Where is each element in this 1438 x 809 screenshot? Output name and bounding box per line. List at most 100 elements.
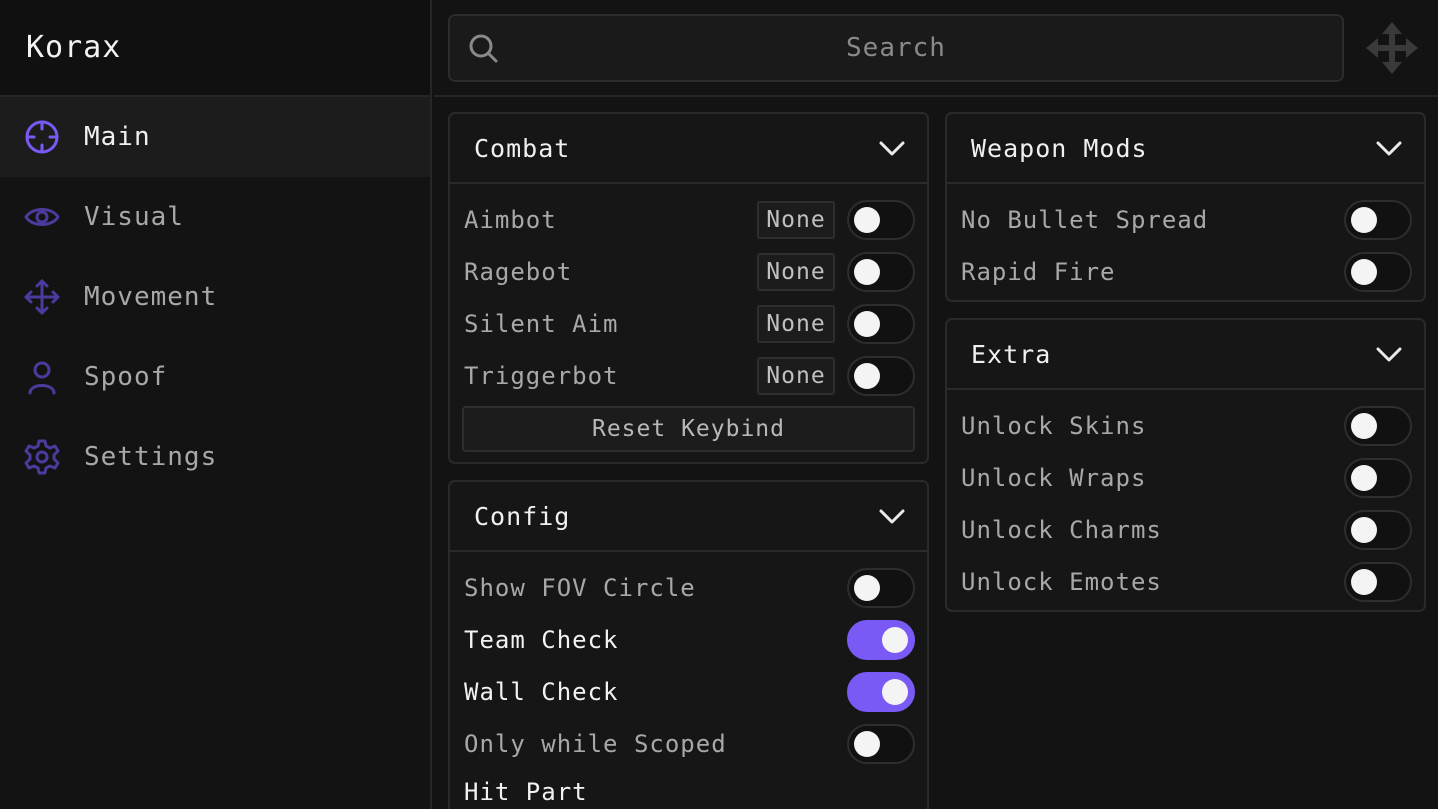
unlock-emotes-toggle[interactable]	[1344, 562, 1412, 602]
setting-row-unlock-charms: Unlock Charms	[947, 504, 1424, 556]
setting-label: Silent Aim	[464, 310, 619, 338]
sidebar-item-settings[interactable]: Settings	[0, 417, 430, 497]
triggerbot-toggle[interactable]	[847, 356, 915, 396]
setting-row-unlock-emotes: Unlock Emotes	[947, 556, 1424, 608]
config-panel: Config Show FOV Circle Team Check Wall C…	[448, 480, 929, 809]
setting-label: Team Check	[464, 626, 619, 654]
topbar: Search	[434, 0, 1438, 97]
toggle-knob	[854, 259, 880, 285]
toggle-knob	[854, 363, 880, 389]
only-while-scoped-toggle[interactable]	[847, 724, 915, 764]
team-check-toggle[interactable]	[847, 620, 915, 660]
setting-label: Hit Part	[464, 778, 588, 806]
chevron-down-icon	[879, 141, 905, 156]
setting-row-aimbot: Aimbot None	[450, 194, 927, 246]
keybind-button[interactable]: None	[757, 253, 835, 291]
wall-check-toggle[interactable]	[847, 672, 915, 712]
show-fov-circle-toggle[interactable]	[847, 568, 915, 608]
app-window: Korax Main Visual Movement Spoof Setting…	[0, 0, 1438, 809]
sidebar-item-visual[interactable]: Visual	[0, 177, 430, 257]
sidebar-item-label: Movement	[84, 282, 218, 312]
setting-row-wall-check: Wall Check	[450, 666, 927, 718]
sidebar-item-label: Spoof	[84, 362, 168, 392]
weapon-mods-panel: Weapon Mods No Bullet Spread Rapid Fire	[945, 112, 1426, 302]
setting-label: Unlock Skins	[961, 412, 1147, 440]
sidebar: Korax Main Visual Movement Spoof Setting…	[0, 0, 432, 809]
user-icon	[24, 359, 60, 395]
setting-row-triggerbot: Triggerbot None	[450, 350, 927, 402]
keybind-button[interactable]: None	[757, 201, 835, 239]
sidebar-item-main[interactable]: Main	[0, 97, 430, 177]
rapid-fire-toggle[interactable]	[1344, 252, 1412, 292]
extra-panel: Extra Unlock Skins Unlock Wraps Unlock C…	[945, 318, 1426, 612]
setting-label: Aimbot	[464, 206, 557, 234]
panel-title: Combat	[474, 133, 571, 163]
toggle-knob	[854, 731, 880, 757]
weapon-mods-panel-header[interactable]: Weapon Mods	[947, 114, 1424, 184]
chevron-down-icon	[879, 509, 905, 524]
toggle-knob	[1351, 259, 1377, 285]
setting-label: Unlock Emotes	[961, 568, 1162, 596]
crosshair-icon	[24, 119, 60, 155]
setting-label: Unlock Charms	[961, 516, 1162, 544]
setting-row-team-check: Team Check	[450, 614, 927, 666]
toggle-knob	[1351, 465, 1377, 491]
toggle-knob	[1351, 517, 1377, 543]
toggle-knob	[882, 679, 908, 705]
setting-row-unlock-skins: Unlock Skins	[947, 400, 1424, 452]
setting-label: Show FOV Circle	[464, 574, 696, 602]
app-title: Korax	[0, 0, 430, 97]
drag-handle-icon[interactable]	[1364, 20, 1420, 76]
sidebar-item-movement[interactable]: Movement	[0, 257, 430, 337]
toggle-knob	[854, 311, 880, 337]
extra-panel-header[interactable]: Extra	[947, 320, 1424, 390]
setting-row-ragebot: Ragebot None	[450, 246, 927, 298]
gear-icon	[24, 439, 60, 475]
unlock-charms-toggle[interactable]	[1344, 510, 1412, 550]
reset-keybind-button[interactable]: Reset Keybind	[462, 406, 915, 452]
sidebar-item-label: Visual	[84, 202, 184, 232]
move-arrows-icon	[24, 279, 60, 315]
eye-icon	[24, 199, 60, 235]
setting-label: Triggerbot	[464, 362, 619, 390]
panel-title: Weapon Mods	[971, 133, 1148, 163]
setting-label: No Bullet Spread	[961, 206, 1209, 234]
unlock-wraps-toggle[interactable]	[1344, 458, 1412, 498]
search-placeholder: Search	[846, 33, 946, 63]
chevron-down-icon	[1376, 347, 1402, 362]
panel-title: Config	[474, 501, 571, 531]
toggle-knob	[1351, 413, 1377, 439]
combat-panel-header[interactable]: Combat	[450, 114, 927, 184]
combat-panel: Combat Aimbot None Ragebot None Silent A…	[448, 112, 929, 464]
setting-row-no-bullet-spread: No Bullet Spread	[947, 194, 1424, 246]
chevron-down-icon	[1376, 141, 1402, 156]
toggle-knob	[1351, 207, 1377, 233]
toggle-knob	[1351, 569, 1377, 595]
setting-label: Rapid Fire	[961, 258, 1116, 286]
aimbot-toggle[interactable]	[847, 200, 915, 240]
keybind-button[interactable]: None	[757, 357, 835, 395]
setting-row-silent-aim: Silent Aim None	[450, 298, 927, 350]
setting-row-unlock-wraps: Unlock Wraps	[947, 452, 1424, 504]
keybind-button[interactable]: None	[757, 305, 835, 343]
setting-label: Wall Check	[464, 678, 619, 706]
config-panel-header[interactable]: Config	[450, 482, 927, 552]
search-input[interactable]: Search	[448, 14, 1344, 82]
setting-label: Unlock Wraps	[961, 464, 1147, 492]
panel-title: Extra	[971, 339, 1052, 369]
setting-row-only-while-scoped: Only while Scoped	[450, 718, 927, 770]
setting-row-rapid-fire: Rapid Fire	[947, 246, 1424, 298]
no-bullet-spread-toggle[interactable]	[1344, 200, 1412, 240]
setting-label: Ragebot	[464, 258, 573, 286]
ragebot-toggle[interactable]	[847, 252, 915, 292]
toggle-knob	[882, 627, 908, 653]
sidebar-item-label: Settings	[84, 442, 218, 472]
toggle-knob	[854, 207, 880, 233]
unlock-skins-toggle[interactable]	[1344, 406, 1412, 446]
setting-label: Only while Scoped	[464, 730, 727, 758]
toggle-knob	[854, 575, 880, 601]
silent-aim-toggle[interactable]	[847, 304, 915, 344]
sidebar-item-spoof[interactable]: Spoof	[0, 337, 430, 417]
setting-row-hit-part: Hit Part	[450, 770, 927, 809]
setting-row-show-fov-circle: Show FOV Circle	[450, 562, 927, 614]
